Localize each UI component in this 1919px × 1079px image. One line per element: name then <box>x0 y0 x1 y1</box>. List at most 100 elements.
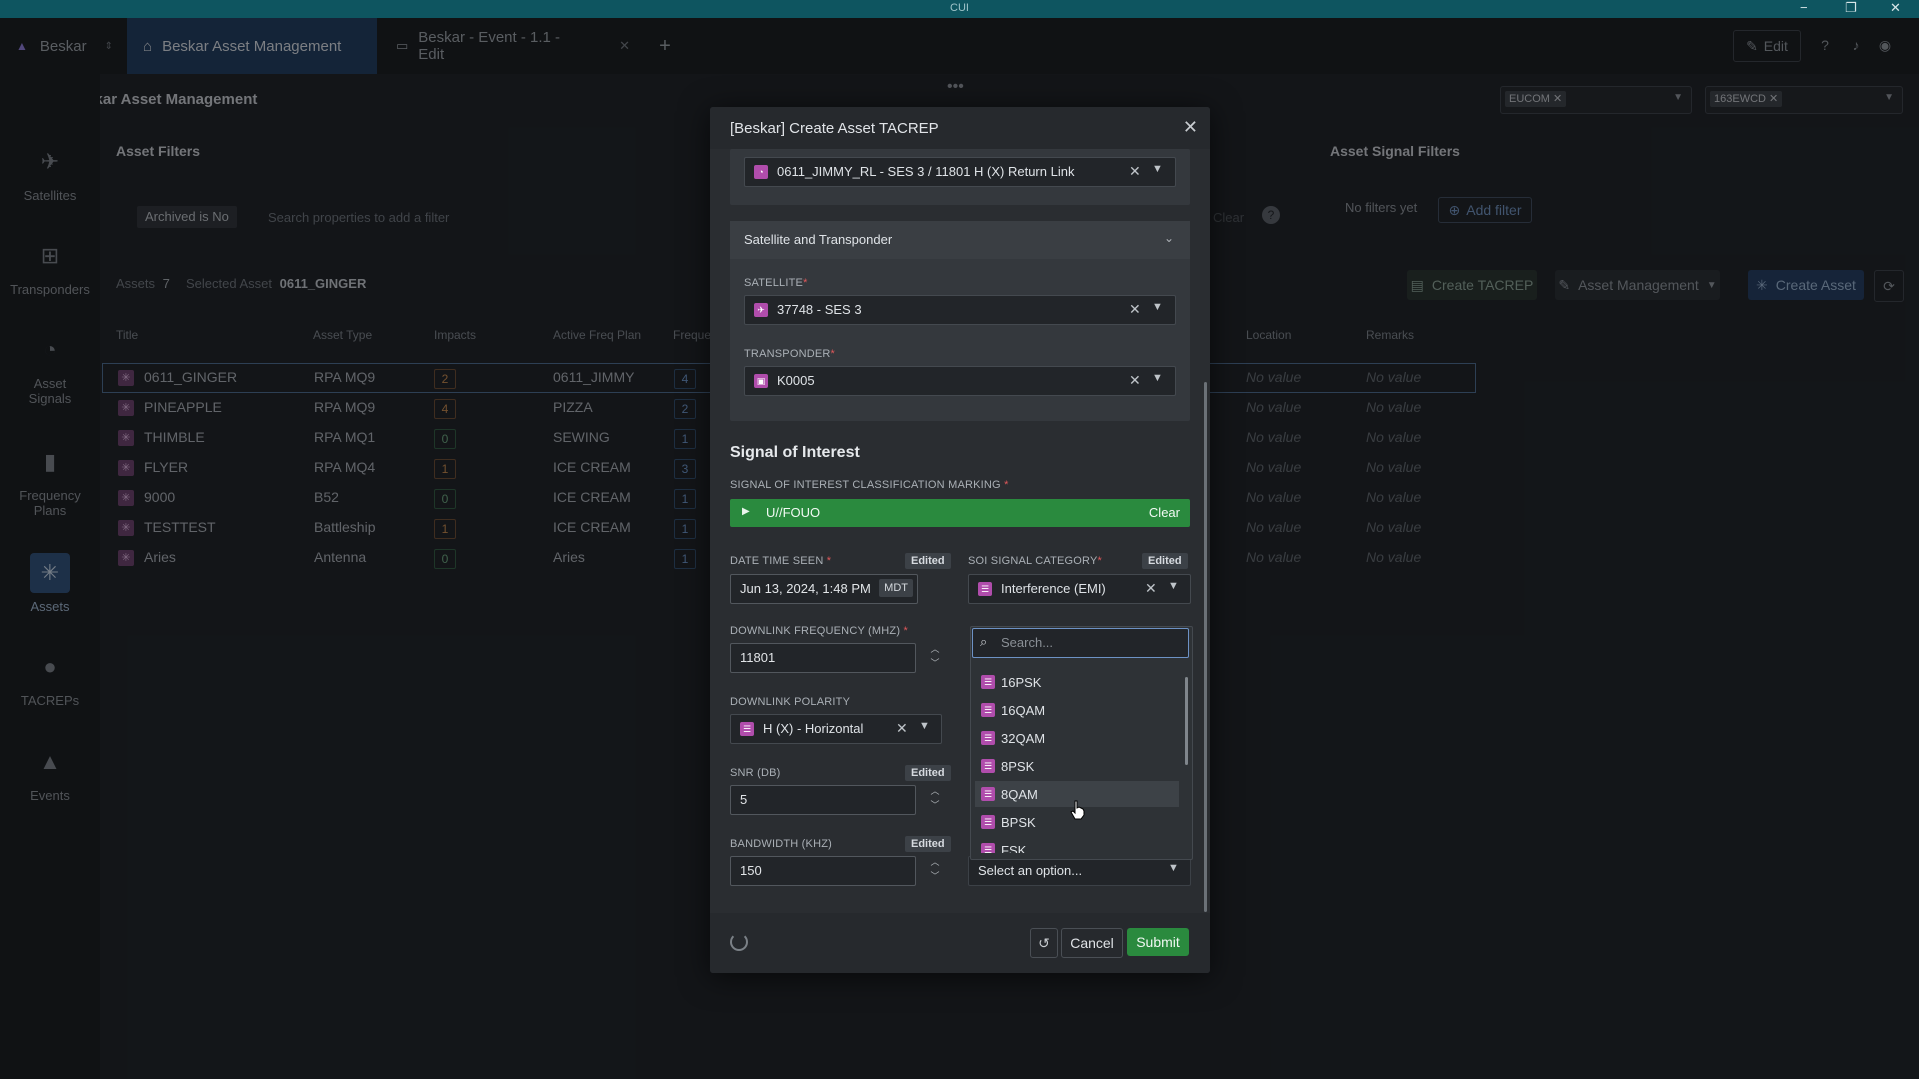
edited-badge: Edited <box>905 553 951 569</box>
option-label: 8QAM <box>1001 787 1038 802</box>
date-time-seen-label: DATE TIME SEEN * <box>730 555 832 567</box>
chevron-down-icon[interactable]: ▼ <box>1152 372 1163 384</box>
soi-category-select[interactable]: ☰ Interference (EMI) ✕ ▼ <box>968 574 1191 604</box>
dropdown-option[interactable]: ☰ 32QAM <box>975 725 1179 751</box>
satellite-icon: ✈ <box>754 303 768 317</box>
dropdown-option[interactable]: ☰ 16QAM <box>975 697 1179 723</box>
edited-badge: Edited <box>905 765 951 781</box>
list-icon: ☰ <box>978 582 992 596</box>
downlink-polarity-label: DOWNLINK POLARITY <box>730 696 851 708</box>
chevron-up-icon[interactable]: ︿ <box>922 855 948 869</box>
os-title-bar: CUI − ❐ ✕ <box>0 0 1919 18</box>
satellite-value: 37748 - SES 3 <box>777 302 862 317</box>
cancel-button[interactable]: Cancel <box>1061 928 1123 958</box>
dialog-title: [Beskar] Create Asset TACREP <box>730 120 939 137</box>
list-icon: ☰ <box>740 722 754 736</box>
option-label: 8PSK <box>1001 759 1035 774</box>
chevron-down-icon[interactable]: ▼ <box>1168 580 1179 592</box>
snr-stepper[interactable]: ︿ ﹀ <box>922 784 948 814</box>
search-placeholder: Search... <box>1001 635 1054 650</box>
chevron-down-icon[interactable]: ▼ <box>1152 163 1163 175</box>
chevron-up-icon[interactable]: ︿ <box>922 642 948 656</box>
downlink-frequency-label: DOWNLINK FREQUENCY (MHZ) * <box>730 625 908 637</box>
section-title: Satellite and Transponder <box>744 232 893 247</box>
satellite-select[interactable]: ✈ 37748 - SES 3 ✕ ▼ <box>744 295 1176 325</box>
submit-button[interactable]: Submit <box>1127 928 1189 956</box>
snr-input[interactable]: 5 <box>730 785 916 815</box>
reset-icon[interactable]: ↺ <box>1030 928 1058 958</box>
minimize-icon[interactable]: − <box>1800 0 1808 15</box>
marking-value: U//FOUO <box>766 505 821 520</box>
section-header[interactable]: Satellite and Transponder ⌄ <box>730 221 1190 259</box>
option-label: 32QAM <box>1001 731 1046 746</box>
clear-icon[interactable]: ✕ <box>1129 372 1141 389</box>
bandwidth-label: BANDWIDTH (KHZ) <box>730 838 832 850</box>
chevron-down-icon[interactable]: ▼ <box>1168 862 1179 874</box>
dropdown-option[interactable]: ☰ 8PSK <box>975 753 1179 779</box>
dropdown-option[interactable]: ☰ FSK <box>975 837 1179 853</box>
list-icon: ☰ <box>981 815 995 829</box>
chevron-down-icon[interactable]: ▼ <box>919 720 930 732</box>
chevron-up-icon[interactable]: ︿ <box>922 784 948 798</box>
chevron-down-icon[interactable]: ﹀ <box>922 798 948 812</box>
option-label: FSK <box>1001 843 1027 853</box>
dropdown-option[interactable]: ☰ 16PSK <box>975 669 1179 695</box>
soi-category-value: Interference (EMI) <box>1001 581 1106 596</box>
clear-icon[interactable]: ✕ <box>1145 580 1157 597</box>
bandwidth-value: 150 <box>740 863 762 878</box>
soi-heading: Signal of Interest <box>730 444 860 461</box>
list-icon: ☰ <box>981 703 995 717</box>
chevron-down-icon: ⌄ <box>1163 231 1174 245</box>
downlink-frequency-input[interactable]: 11801 <box>730 643 916 673</box>
modulation-select[interactable]: Select an option... ▼ <box>968 856 1191 886</box>
edited-badge: Edited <box>1142 553 1188 569</box>
edited-badge: Edited <box>905 836 951 852</box>
downlink-polarity-value: H (X) - Horizontal <box>763 721 864 736</box>
satellite-label: SATELLITE* <box>744 277 808 289</box>
timezone-badge[interactable]: MDT <box>879 579 913 597</box>
asset-signal-select[interactable]: ◔ 0611_JIMMY_RL - SES 3 / 11801 H (X) Re… <box>744 157 1176 187</box>
bandwidth-input[interactable]: 150 <box>730 856 916 886</box>
option-label: 16QAM <box>1001 703 1046 718</box>
transponder-value: K0005 <box>777 373 815 388</box>
dialog-close-icon[interactable]: ✕ <box>1183 117 1198 138</box>
dropdown-scrollbar[interactable] <box>1185 677 1188 765</box>
option-label: 16PSK <box>1001 675 1042 690</box>
date-time-value: Jun 13, 2024, 1:48 PM <box>740 581 871 596</box>
dialog-footer: ↺ Cancel Submit <box>710 913 1210 973</box>
modulation-dropdown-menu: ⌕ Search... ☰ 16PSK ☰ 16QAM ☰ 32QAM ☰ 8PSK ☰ 8QAM… <box>970 626 1193 860</box>
clear-icon[interactable]: ✕ <box>1129 163 1141 180</box>
search-icon: ⌕ <box>980 634 988 649</box>
marking-label: SIGNAL OF INTEREST CLASSIFICATION MARKIN… <box>730 479 1009 491</box>
list-icon: ☰ <box>981 843 995 853</box>
transponder-icon: ▣ <box>754 374 768 388</box>
hand-cursor-icon <box>1070 800 1085 820</box>
classification-marking-bar[interactable]: ▶ U//FOUO Clear <box>730 499 1190 527</box>
option-label: BPSK <box>1001 815 1036 830</box>
downlink-frequency-stepper[interactable]: ︿ ﹀ <box>922 642 948 672</box>
loading-spinner-icon <box>730 933 748 951</box>
chevron-down-icon[interactable]: ▼ <box>1152 301 1163 313</box>
soi-category-label: SOI SIGNAL CATEGORY* <box>968 555 1103 567</box>
marking-clear-button[interactable]: Clear <box>1149 505 1180 520</box>
snr-label: SNR (DB) <box>730 767 781 779</box>
clear-icon[interactable]: ✕ <box>896 720 908 737</box>
snr-value: 5 <box>740 792 748 807</box>
dropdown-search-input[interactable]: ⌕ Search... <box>972 628 1189 658</box>
clear-icon[interactable]: ✕ <box>1129 301 1141 318</box>
dialog-scrollbar[interactable] <box>1204 382 1207 912</box>
bandwidth-stepper[interactable]: ︿ ﹀ <box>922 855 948 885</box>
list-icon: ☰ <box>981 787 995 801</box>
modulation-placeholder: Select an option... <box>978 863 1083 878</box>
transponder-select[interactable]: ▣ K0005 ✕ ▼ <box>744 366 1176 396</box>
dialog-header: [Beskar] Create Asset TACREP ✕ <box>710 107 1210 149</box>
downlink-frequency-value: 11801 <box>740 650 776 665</box>
chevron-down-icon[interactable]: ﹀ <box>922 869 948 883</box>
downlink-polarity-select[interactable]: ☰ H (X) - Horizontal ✕ ▼ <box>730 714 942 744</box>
restore-icon[interactable]: ❐ <box>1845 0 1857 16</box>
window-close-icon[interactable]: ✕ <box>1890 0 1901 16</box>
chevron-down-icon[interactable]: ﹀ <box>922 656 948 670</box>
satellite-transponder-panel: Satellite and Transponder ⌄ SATELLITE* ✈… <box>730 221 1190 421</box>
date-time-seen-input[interactable]: Jun 13, 2024, 1:48 PM MDT <box>730 574 918 604</box>
rss-icon: ◔ <box>754 165 768 179</box>
